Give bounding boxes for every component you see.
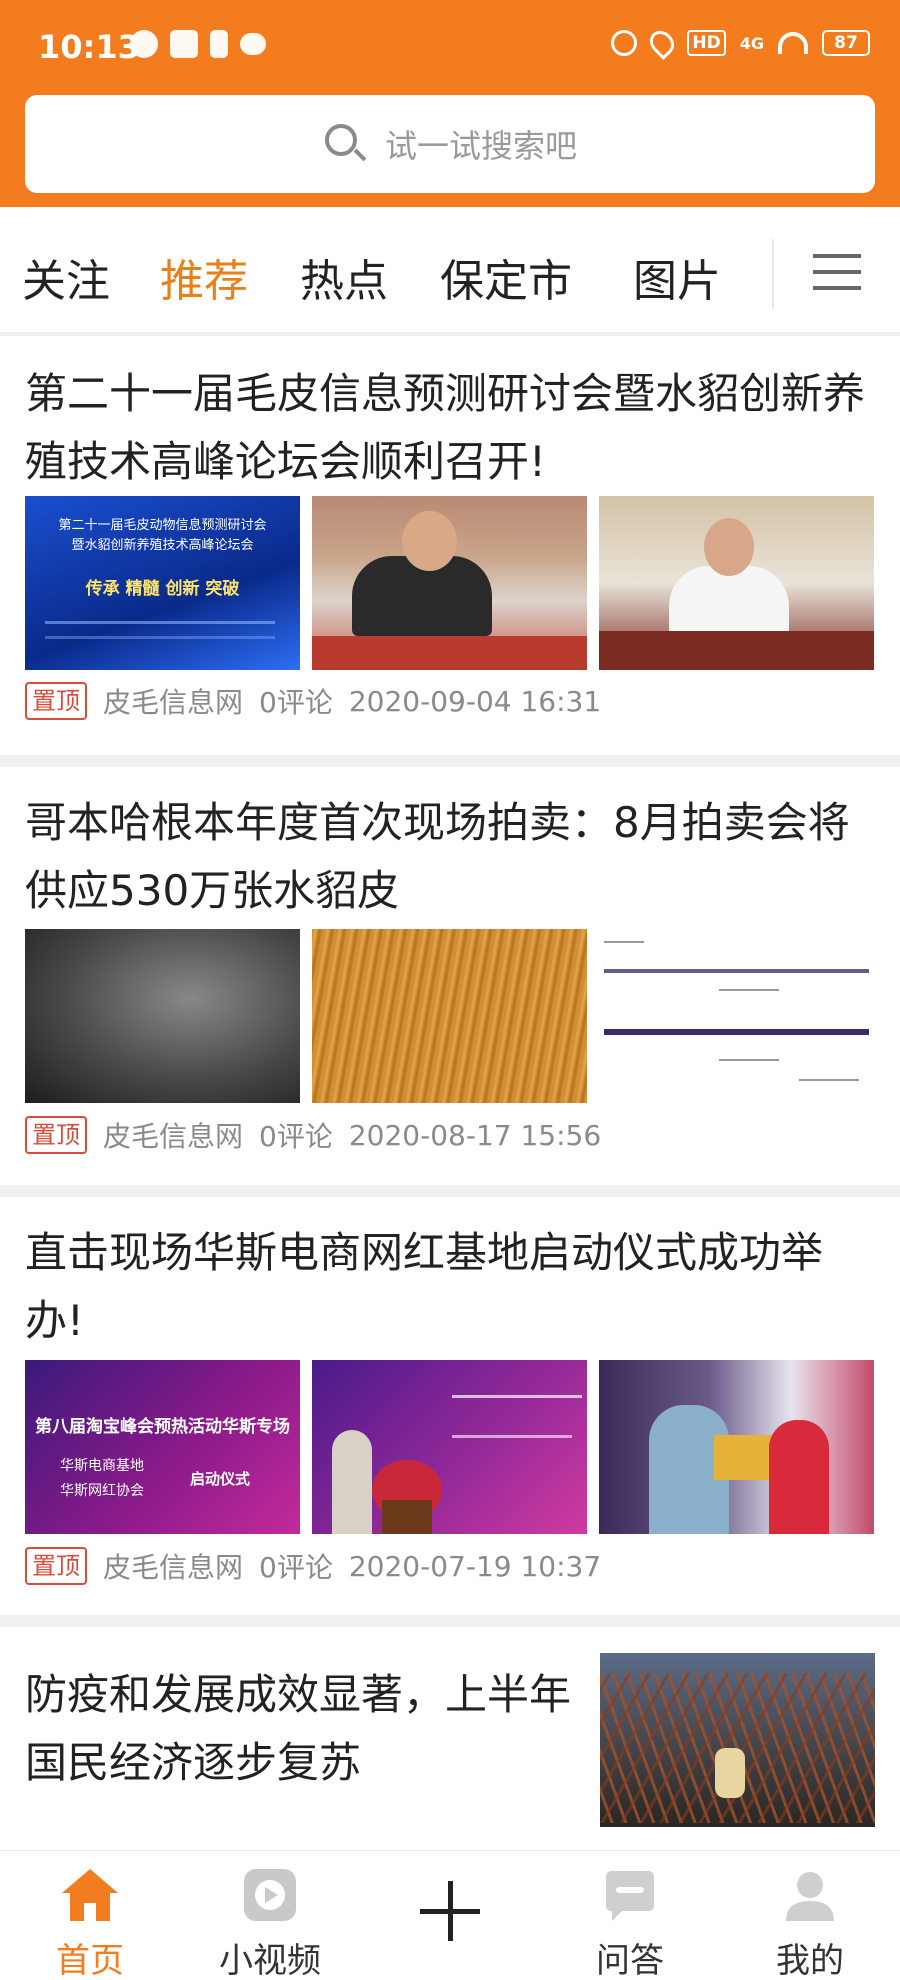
- hd-icon: HD: [687, 30, 726, 56]
- browser-icon: [130, 30, 158, 58]
- location-icon: [645, 26, 680, 60]
- article-image: 第八届淘宝峰会预热活动华斯专场 华斯电商基地 华斯网红协会 启动仪式: [25, 1360, 300, 1534]
- profile-icon: [780, 1865, 840, 1925]
- nav-label: 问答: [596, 1941, 664, 1980]
- article-date: 2020-08-17 15:56: [348, 1118, 602, 1152]
- divider: [772, 239, 774, 309]
- article-comments: 0评论: [259, 686, 333, 719]
- category-tabs: 关注 推荐 热点 保定市 图片: [0, 207, 900, 337]
- qa-icon: [600, 1865, 660, 1925]
- nav-home[interactable]: 首页: [15, 1851, 165, 1980]
- nav-profile[interactable]: 我的: [735, 1851, 885, 1980]
- wifi-icon: [778, 32, 808, 54]
- battery-icon: 87: [822, 30, 870, 56]
- pinned-badge: 置顶: [25, 1547, 87, 1585]
- nav-publish[interactable]: [375, 1851, 525, 1980]
- article-image: [600, 1653, 875, 1827]
- article-image: 第二十一届毛皮动物信息预测研讨会 暨水貂创新养殖技术高峰论坛会 传承 精髓 创新…: [25, 496, 300, 670]
- divider: [0, 1615, 900, 1627]
- article-title[interactable]: 第二十一届毛皮信息预测研讨会暨水貂创新养殖技术高峰论坛会顺利召开!: [25, 360, 875, 496]
- nav-qa[interactable]: 问答: [555, 1851, 705, 1980]
- app-header: 10:13 HD 4G 87 试一试搜索吧: [0, 0, 900, 207]
- article-image: [312, 929, 587, 1103]
- article-comments: 0评论: [259, 1551, 333, 1584]
- nav-label: 我的: [776, 1941, 844, 1980]
- article-title[interactable]: 哥本哈根本年度首次现场拍卖：8月拍卖会将供应530万张水貂皮: [25, 789, 875, 925]
- article-date: 2020-09-04 16:31: [348, 684, 602, 718]
- tab-pictures[interactable]: 图片: [633, 245, 721, 309]
- video-icon: [240, 1865, 300, 1925]
- nav-label: 首页: [56, 1941, 124, 1980]
- status-time: 10:13: [38, 28, 140, 66]
- article-meta: 置顶 皮毛信息网 0评论 2020-07-19 10:37: [25, 1546, 617, 1586]
- article-date: 2020-07-19 10:37: [348, 1549, 602, 1583]
- app-notification-icon: [170, 30, 198, 58]
- article-source: 皮毛信息网: [103, 686, 244, 719]
- article-title[interactable]: 直击现场华斯电商网红基地启动仪式成功举办!: [25, 1219, 875, 1355]
- divider: [0, 755, 900, 767]
- search-placeholder: 试一试搜索吧: [384, 127, 577, 165]
- article-source: 皮毛信息网: [103, 1120, 244, 1153]
- mute-icon: [210, 30, 228, 58]
- home-icon: [60, 1865, 120, 1925]
- tab-baoding[interactable]: 保定市: [440, 245, 572, 309]
- news-item[interactable]: 第二十一届毛皮信息预测研讨会暨水貂创新养殖技术高峰论坛会顺利召开! 第二十一届毛…: [0, 336, 900, 756]
- article-image: [25, 929, 300, 1103]
- news-item[interactable]: 直击现场华斯电商网红基地启动仪式成功举办! 第八届淘宝峰会预热活动华斯专场 华斯…: [0, 1197, 900, 1617]
- status-bar: 10:13 HD 4G 87: [0, 0, 900, 95]
- tab-hot[interactable]: 热点: [300, 245, 388, 309]
- article-image: [599, 496, 874, 670]
- nav-label: 小视频: [219, 1941, 321, 1980]
- menu-icon[interactable]: [813, 252, 861, 292]
- article-meta: 置顶 皮毛信息网 0评论 2020-08-17 15:56: [25, 1115, 617, 1155]
- pinned-badge: 置顶: [25, 682, 87, 720]
- article-comments: 0评论: [259, 1120, 333, 1153]
- article-image: [312, 496, 587, 670]
- news-item[interactable]: 防疫和发展成效显著，上半年国民经济逐步复苏: [0, 1627, 900, 1850]
- tab-recommend[interactable]: 推荐: [160, 245, 248, 309]
- search-icon: [323, 122, 367, 166]
- article-meta: 置顶 皮毛信息网 0评论 2020-09-04 16:31: [25, 681, 617, 721]
- nav-video[interactable]: 小视频: [195, 1851, 345, 1980]
- article-title[interactable]: 防疫和发展成效显著，上半年国民经济逐步复苏: [25, 1661, 585, 1797]
- tab-follow[interactable]: 关注: [22, 245, 110, 309]
- signal-icon: 4G: [739, 33, 764, 53]
- news-item[interactable]: 哥本哈根本年度首次现场拍卖：8月拍卖会将供应530万张水貂皮 置顶 皮毛信息网 …: [0, 767, 900, 1187]
- search-bar[interactable]: 试一试搜索吧: [25, 95, 875, 193]
- article-image: [599, 1360, 874, 1534]
- bottom-nav: 首页 小视频 问答 我的: [0, 1850, 900, 1980]
- pinned-badge: 置顶: [25, 1116, 87, 1154]
- message-icon: [240, 33, 266, 55]
- alarm-icon: [611, 30, 638, 56]
- article-image: [312, 1360, 587, 1534]
- article-image: [599, 929, 874, 1103]
- plus-icon: [420, 1879, 480, 1941]
- article-source: 皮毛信息网: [103, 1551, 244, 1584]
- divider: [0, 1185, 900, 1197]
